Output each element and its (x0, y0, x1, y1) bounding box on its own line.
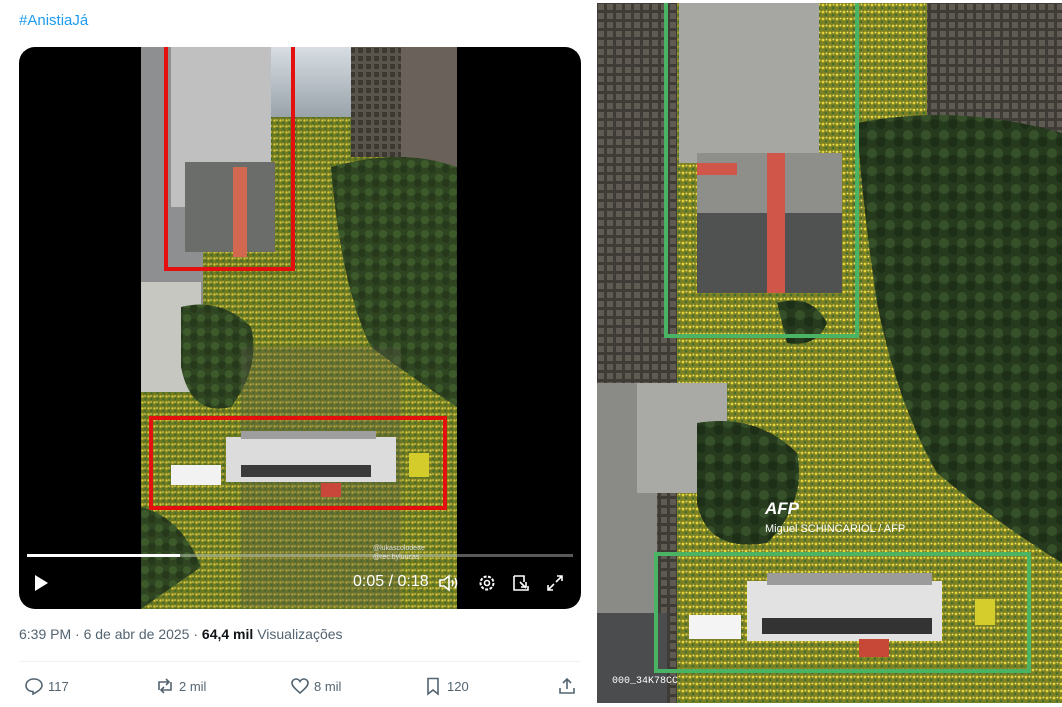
afp-photo: AFP Miguel SCHINCARIOL / AFP 000_34K78CC (597, 3, 1062, 703)
divider (19, 661, 581, 662)
settings-icon[interactable] (475, 571, 499, 595)
heart-icon (291, 678, 309, 695)
like-count: 8 mil (314, 678, 342, 694)
volume-icon[interactable] (437, 571, 461, 595)
highlight-box-truck (654, 552, 1031, 673)
bookmark-button[interactable]: 120 (423, 675, 469, 697)
video-player[interactable]: @lukascolodette @rec.byluucas 0:05 / 0:1… (19, 47, 581, 609)
video-time: 0:05 / 0:18 (353, 573, 429, 590)
repost-button[interactable]: 2 mil (155, 675, 206, 697)
share-icon (559, 677, 575, 694)
repost-icon (158, 678, 172, 694)
tweet-time[interactable]: 6:39 PM (19, 626, 71, 642)
views-label: Visualizações (257, 626, 343, 642)
tweet-date[interactable]: 6 de abr de 2025 (84, 626, 190, 642)
afp-logo: AFP (765, 499, 799, 518)
video-progress-fill (27, 554, 180, 557)
meta-separator: · (75, 626, 84, 642)
bookmark-icon (427, 677, 439, 696)
video-controls: 0:05 / 0:18 (19, 565, 581, 605)
watermark-line: @lukascolodette (373, 545, 425, 552)
like-button[interactable]: 8 mil (290, 675, 341, 697)
fullscreen-icon[interactable] (543, 571, 567, 595)
highlight-box-building (164, 47, 295, 271)
bookmark-count: 120 (447, 678, 469, 694)
views-count: 64,4 mil (201, 626, 254, 642)
highlight-box-truck (149, 416, 447, 510)
reply-icon (25, 678, 43, 696)
reply-count: 117 (48, 678, 69, 694)
video-watermark: @lukascolodette @rec.byluucas (373, 544, 425, 562)
photo-credit: Miguel SCHINCARIOL / AFP (765, 523, 906, 535)
repost-count: 2 mil (179, 678, 207, 694)
photo-id: 000_34K78CC (612, 676, 679, 687)
meta-separator: · (193, 626, 202, 642)
reply-button[interactable]: 117 (24, 675, 69, 697)
play-icon[interactable] (31, 571, 51, 595)
tweet-card: #AnistiaJá @lukascolodette @rec.byluucas… (0, 0, 596, 707)
tweet-meta: 6:39 PM · 6 de abr de 2025 · 64,4 mil Vi… (19, 626, 343, 642)
video-progress-bar[interactable] (27, 554, 573, 557)
picture-in-picture-icon[interactable] (509, 571, 533, 595)
highlight-box-building (664, 3, 859, 338)
hashtag-link[interactable]: #AnistiaJá (19, 12, 88, 29)
share-button[interactable] (557, 675, 577, 697)
